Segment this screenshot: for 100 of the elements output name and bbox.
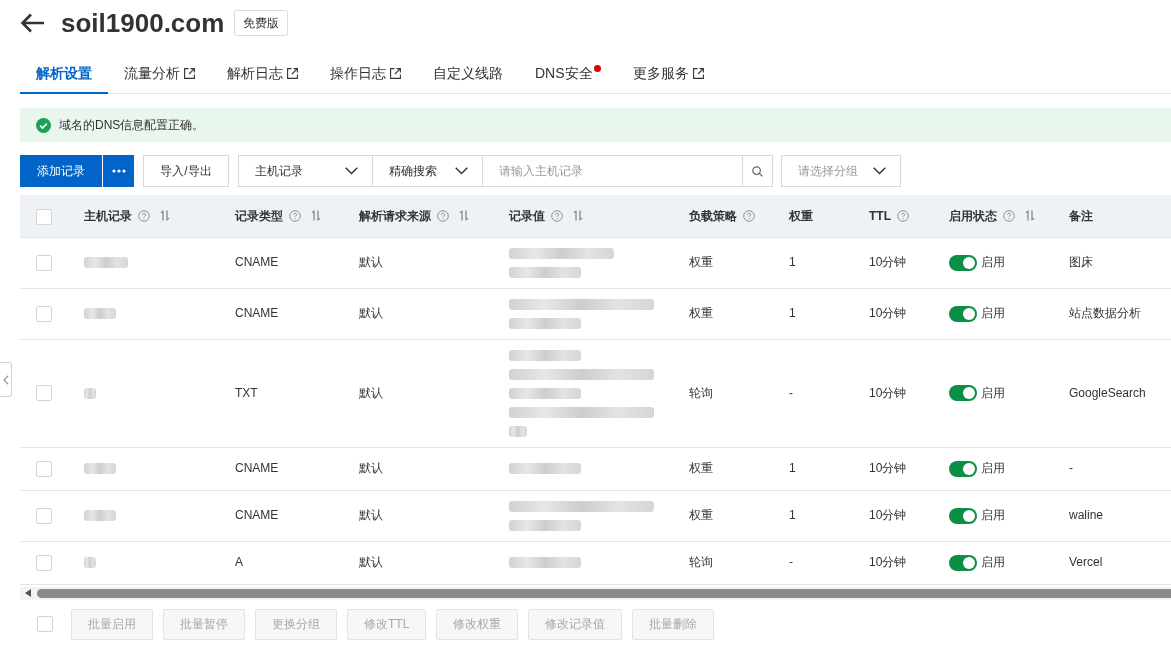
ttl-value: 10分钟 (869, 255, 907, 269)
record-type: CNAME (235, 508, 279, 522)
help-icon[interactable] (1003, 209, 1015, 222)
note-text: GoogleSearch (1069, 385, 1146, 400)
toggle-switch[interactable] (949, 460, 977, 477)
weight-value: - (789, 555, 793, 569)
scrollbar-thumb[interactable] (37, 588, 1171, 598)
sort-icon[interactable] (573, 210, 583, 222)
column-header: TTL (869, 207, 891, 225)
column-header: 记录类型 (235, 207, 283, 225)
toggle-switch[interactable] (949, 554, 977, 571)
ttl-value: 10分钟 (869, 306, 907, 320)
record-type: CNAME (235, 461, 279, 475)
search-field[interactable]: 请输入主机记录 (483, 155, 742, 187)
weight-value: 1 (789, 306, 796, 320)
column-header: 记录值 (509, 207, 545, 225)
ttl-value: 10分钟 (869, 385, 907, 400)
scroll-left-arrow-icon[interactable] (25, 589, 31, 597)
column-header: 负载策略 (689, 207, 737, 225)
column-header: 启用状态 (949, 207, 997, 225)
column-header: 主机记录 (84, 207, 132, 225)
checkbox[interactable] (36, 385, 52, 402)
help-icon[interactable] (551, 209, 563, 222)
record-type: TXT (235, 385, 258, 400)
sort-icon[interactable] (160, 210, 170, 222)
request-source: 默认 (359, 461, 383, 475)
ttl-value: 10分钟 (869, 508, 907, 522)
request-source: 默认 (359, 306, 383, 320)
horizontal-scrollbar[interactable] (20, 586, 1171, 600)
load-policy: 权重 (689, 306, 713, 320)
toggle-switch[interactable] (949, 385, 977, 402)
record-type: CNAME (235, 255, 279, 269)
import-export-button[interactable]: 导入/导出 (143, 155, 229, 187)
tab[interactable]: 操作日志 (314, 55, 417, 94)
column-header: 权重 (789, 207, 813, 225)
add-record-button[interactable]: 添加记录 (20, 155, 102, 187)
record-type: CNAME (235, 306, 279, 320)
sidebar-toggle-button[interactable] (0, 362, 12, 397)
alert-message: 域名的DNS信息配置正确。 (59, 117, 205, 134)
field-select[interactable]: 主机记录 (238, 155, 373, 187)
note-text: 站点数据分析 (1069, 306, 1141, 320)
note-text: waline (1069, 508, 1104, 522)
weight-value: - (789, 385, 793, 400)
tab[interactable]: 更多服务 (616, 55, 720, 94)
tab[interactable]: 解析日志 (211, 55, 314, 94)
tab[interactable]: 解析设置 (20, 55, 108, 94)
search-icon (752, 165, 763, 177)
checkbox[interactable] (37, 616, 53, 632)
status-label: 启用 (981, 306, 1005, 321)
help-icon[interactable] (289, 209, 301, 222)
tab[interactable]: DNS安全 (519, 55, 617, 94)
checkbox[interactable] (36, 254, 52, 271)
back-arrow-icon[interactable] (20, 13, 45, 33)
load-policy: 权重 (689, 461, 713, 475)
status-label: 启用 (981, 555, 1005, 570)
plan-badge: 免费版 (234, 10, 289, 36)
toggle-switch[interactable] (949, 305, 977, 322)
weight-value: 1 (789, 461, 796, 475)
checkbox[interactable] (36, 305, 52, 322)
checkbox[interactable] (36, 554, 52, 571)
sort-icon[interactable] (1025, 210, 1035, 222)
request-source: 默认 (359, 555, 383, 569)
ttl-value: 10分钟 (869, 461, 907, 475)
note-text: - (1069, 461, 1073, 475)
status-label: 启用 (981, 461, 1005, 476)
request-source: 默认 (359, 255, 383, 269)
ttl-value: 10分钟 (869, 555, 907, 569)
help-icon[interactable] (897, 209, 909, 222)
status-label: 启用 (981, 255, 1005, 270)
request-source: 默认 (359, 508, 383, 522)
checkbox[interactable] (36, 460, 52, 477)
note-text: Vercel (1069, 555, 1103, 569)
help-icon[interactable] (437, 209, 449, 222)
check-circle-icon (36, 117, 51, 133)
load-policy: 权重 (689, 508, 713, 522)
tab[interactable]: 自定义线路 (417, 55, 519, 94)
help-icon[interactable] (138, 209, 150, 222)
domain-title: soil1900.com (61, 8, 225, 38)
toggle-switch[interactable] (949, 507, 977, 524)
help-icon[interactable] (743, 209, 755, 222)
chevron-left-icon (2, 374, 9, 385)
chevron-down-icon (873, 167, 886, 175)
more-dots-icon (111, 169, 126, 173)
group-select[interactable]: 请选择分组 (781, 155, 901, 187)
status-label: 启用 (981, 508, 1005, 523)
more-button[interactable] (103, 155, 134, 187)
toggle-switch[interactable] (949, 254, 977, 271)
column-header: 备注 (1069, 207, 1093, 225)
checkbox[interactable] (36, 507, 52, 524)
status-label: 启用 (981, 385, 1005, 400)
load-policy: 权重 (689, 255, 713, 269)
note-text: 图床 (1069, 255, 1093, 269)
match-mode-select[interactable]: 精确搜索 (373, 155, 483, 187)
chevron-down-icon (455, 167, 468, 175)
load-policy: 轮询 (689, 385, 713, 400)
checkbox[interactable] (36, 208, 52, 225)
sort-icon[interactable] (459, 210, 469, 222)
sort-icon[interactable] (311, 210, 321, 222)
search-button[interactable] (742, 155, 773, 187)
tab[interactable]: 流量分析 (108, 55, 211, 94)
